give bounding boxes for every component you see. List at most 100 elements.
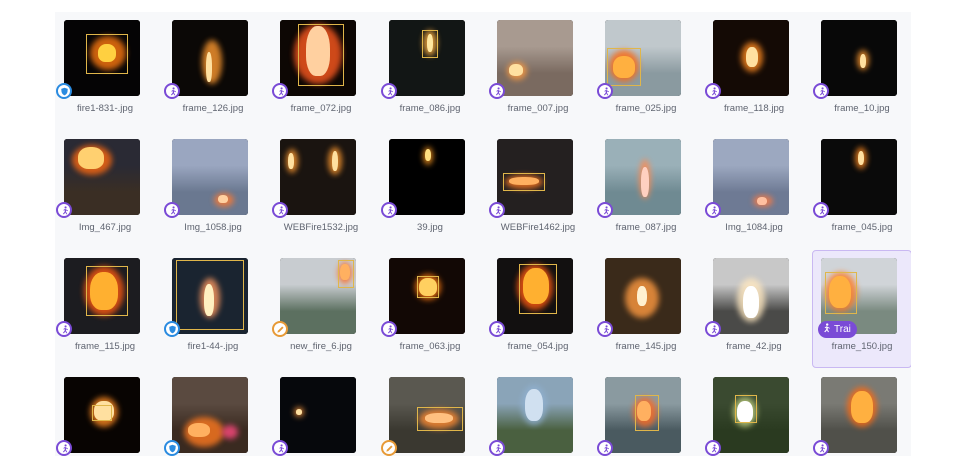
file-name: frame_118.jpg xyxy=(723,103,785,114)
run-icon xyxy=(381,202,397,218)
file-name: frame_087.jpg xyxy=(615,222,677,233)
image-thumbnail[interactable] xyxy=(64,258,140,334)
run-icon xyxy=(597,202,613,218)
run-icon xyxy=(705,202,721,218)
file-name: 39.jpg xyxy=(417,222,443,233)
gallery-tile[interactable]: frame_126.jpg xyxy=(163,12,263,130)
run-icon xyxy=(813,83,829,99)
gallery-tile[interactable]: frame_025.jpg xyxy=(596,12,696,130)
run-icon xyxy=(705,83,721,99)
gallery-tile[interactable] xyxy=(488,369,588,456)
file-name: fire1-831-.jpg xyxy=(77,103,133,114)
gallery-tile[interactable]: new_fire_6.jpg xyxy=(271,250,371,368)
run-icon xyxy=(56,202,72,218)
file-name: frame_072.jpg xyxy=(290,103,352,114)
gallery-tile[interactable]: Img_1084.jpg xyxy=(704,131,804,249)
image-thumbnail[interactable] xyxy=(605,377,681,453)
shield-icon xyxy=(164,321,180,337)
image-thumbnail[interactable] xyxy=(713,377,789,453)
image-thumbnail[interactable] xyxy=(280,377,356,453)
gallery-tile[interactable] xyxy=(55,369,155,456)
gallery-tile[interactable] xyxy=(704,369,804,456)
file-name: Img_1084.jpg xyxy=(725,222,783,233)
image-thumbnail[interactable] xyxy=(280,258,356,334)
run-icon xyxy=(164,202,180,218)
file-name: Img_467.jpg xyxy=(78,222,132,233)
gallery-tile[interactable] xyxy=(380,369,480,456)
gallery-tile[interactable]: fire1-44-.jpg xyxy=(163,250,263,368)
gallery-tile[interactable] xyxy=(163,369,263,456)
pencil-icon xyxy=(381,440,397,456)
gallery-tile[interactable]: Trai frame_150.jpg xyxy=(812,250,911,368)
gallery-tile[interactable]: frame_063.jpg xyxy=(380,250,480,368)
image-thumbnail[interactable] xyxy=(280,20,356,96)
gallery-tile[interactable] xyxy=(271,369,371,456)
image-thumbnail[interactable] xyxy=(713,258,789,334)
image-thumbnail[interactable] xyxy=(821,377,897,453)
image-thumbnail[interactable] xyxy=(64,139,140,215)
shield-icon xyxy=(56,83,72,99)
gallery-tile[interactable]: Img_1058.jpg xyxy=(163,131,263,249)
gallery-tile[interactable]: WEBFire1532.jpg xyxy=(271,131,371,249)
run-icon xyxy=(489,202,505,218)
file-name: Img_1058.jpg xyxy=(184,222,242,233)
file-name: frame_145.jpg xyxy=(615,341,677,352)
train-tag[interactable]: Trai xyxy=(818,321,857,338)
file-name: frame_063.jpg xyxy=(399,341,461,352)
gallery-tile[interactable]: frame_145.jpg xyxy=(596,250,696,368)
gallery-tile[interactable]: frame_087.jpg xyxy=(596,131,696,249)
image-thumbnail[interactable] xyxy=(497,377,573,453)
image-thumbnail[interactable] xyxy=(605,139,681,215)
file-name: frame_025.jpg xyxy=(615,103,677,114)
gallery-tile[interactable] xyxy=(812,369,911,456)
file-name: WEBFire1532.jpg xyxy=(283,222,359,233)
image-thumbnail[interactable] xyxy=(497,139,573,215)
image-thumbnail[interactable] xyxy=(389,258,465,334)
gallery-tile[interactable]: frame_118.jpg xyxy=(704,12,804,130)
gallery-tile[interactable]: frame_054.jpg xyxy=(488,250,588,368)
image-thumbnail[interactable] xyxy=(389,139,465,215)
file-name: frame_150.jpg xyxy=(831,341,893,352)
gallery-tile[interactable]: fire1-831-.jpg xyxy=(55,12,155,130)
image-thumbnail[interactable] xyxy=(497,20,573,96)
gallery-tile[interactable]: frame_086.jpg xyxy=(380,12,480,130)
image-thumbnail[interactable] xyxy=(821,139,897,215)
gallery-tile[interactable]: frame_42.jpg xyxy=(704,250,804,368)
file-name: frame_086.jpg xyxy=(399,103,461,114)
image-thumbnail[interactable] xyxy=(172,377,248,453)
image-thumbnail[interactable] xyxy=(389,20,465,96)
run-icon xyxy=(56,321,72,337)
run-icon xyxy=(381,83,397,99)
image-thumbnail[interactable] xyxy=(172,258,248,334)
gallery-tile[interactable]: frame_072.jpg xyxy=(271,12,371,130)
image-thumbnail[interactable] xyxy=(713,139,789,215)
image-thumbnail[interactable] xyxy=(821,20,897,96)
image-thumbnail[interactable] xyxy=(172,139,248,215)
file-name: frame_054.jpg xyxy=(507,341,569,352)
file-name: frame_045.jpg xyxy=(831,222,893,233)
run-icon xyxy=(813,440,829,456)
image-thumbnail[interactable] xyxy=(64,20,140,96)
gallery-tile[interactable]: WEBFire1462.jpg xyxy=(488,131,588,249)
gallery-tile[interactable]: frame_10.jpg xyxy=(812,12,911,130)
image-thumbnail[interactable] xyxy=(605,258,681,334)
image-thumbnail[interactable] xyxy=(280,139,356,215)
image-thumbnail[interactable] xyxy=(389,377,465,453)
gallery-tile[interactable]: frame_115.jpg xyxy=(55,250,155,368)
image-thumbnail[interactable] xyxy=(497,258,573,334)
gallery-tile[interactable]: frame_045.jpg xyxy=(812,131,911,249)
gallery-tile[interactable]: 39.jpg xyxy=(380,131,480,249)
gallery-tile[interactable]: Img_467.jpg xyxy=(55,131,155,249)
image-thumbnail[interactable] xyxy=(713,20,789,96)
image-thumbnail[interactable] xyxy=(64,377,140,453)
run-icon xyxy=(489,440,505,456)
image-thumbnail[interactable] xyxy=(605,20,681,96)
run-icon xyxy=(813,202,829,218)
run-icon xyxy=(381,321,397,337)
gallery-tile[interactable]: frame_007.jpg xyxy=(488,12,588,130)
image-thumbnail[interactable] xyxy=(172,20,248,96)
run-icon xyxy=(705,440,721,456)
gallery-tile[interactable] xyxy=(596,369,696,456)
run-icon xyxy=(272,440,288,456)
run-icon xyxy=(705,321,721,337)
